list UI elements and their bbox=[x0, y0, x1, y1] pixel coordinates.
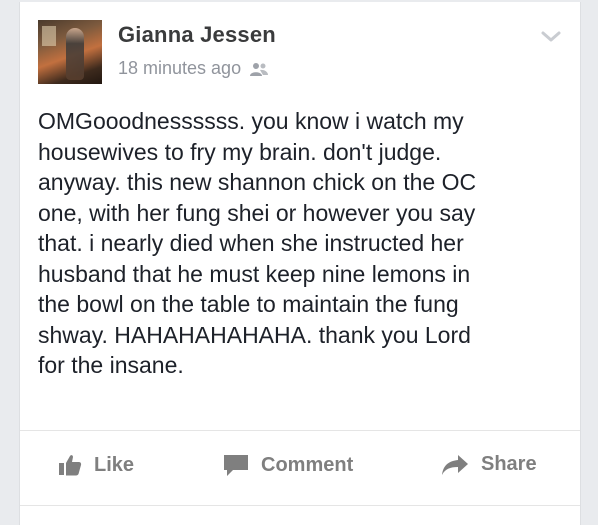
thumbs-up-icon bbox=[59, 455, 82, 476]
avatar[interactable] bbox=[38, 20, 102, 84]
share-button[interactable]: Share bbox=[441, 453, 537, 476]
chevron-down-icon[interactable] bbox=[540, 30, 562, 44]
post-timestamp[interactable]: 18 minutes ago bbox=[118, 58, 241, 79]
share-label: Share bbox=[481, 453, 537, 475]
card-bottom-divider bbox=[20, 505, 580, 506]
like-button[interactable]: Like bbox=[58, 453, 134, 477]
comment-bubble-icon bbox=[224, 455, 248, 476]
share-arrow-icon bbox=[442, 454, 468, 475]
comment-label: Comment bbox=[261, 453, 354, 476]
post-card: Gianna Jessen 18 minutes ago OMGooodness… bbox=[19, 2, 581, 525]
post-actions: Like Comment Share bbox=[20, 431, 580, 503]
comment-button[interactable]: Comment bbox=[223, 453, 353, 477]
avatar-window-detail bbox=[42, 26, 56, 46]
post-text: OMGooodnessssss. you know i watch my hou… bbox=[38, 108, 477, 378]
like-label: Like bbox=[94, 453, 135, 476]
friends-icon[interactable] bbox=[249, 61, 269, 77]
avatar-figure-detail bbox=[66, 28, 84, 80]
author-name[interactable]: Gianna Jessen bbox=[118, 22, 276, 48]
post-meta: 18 minutes ago bbox=[118, 58, 269, 79]
